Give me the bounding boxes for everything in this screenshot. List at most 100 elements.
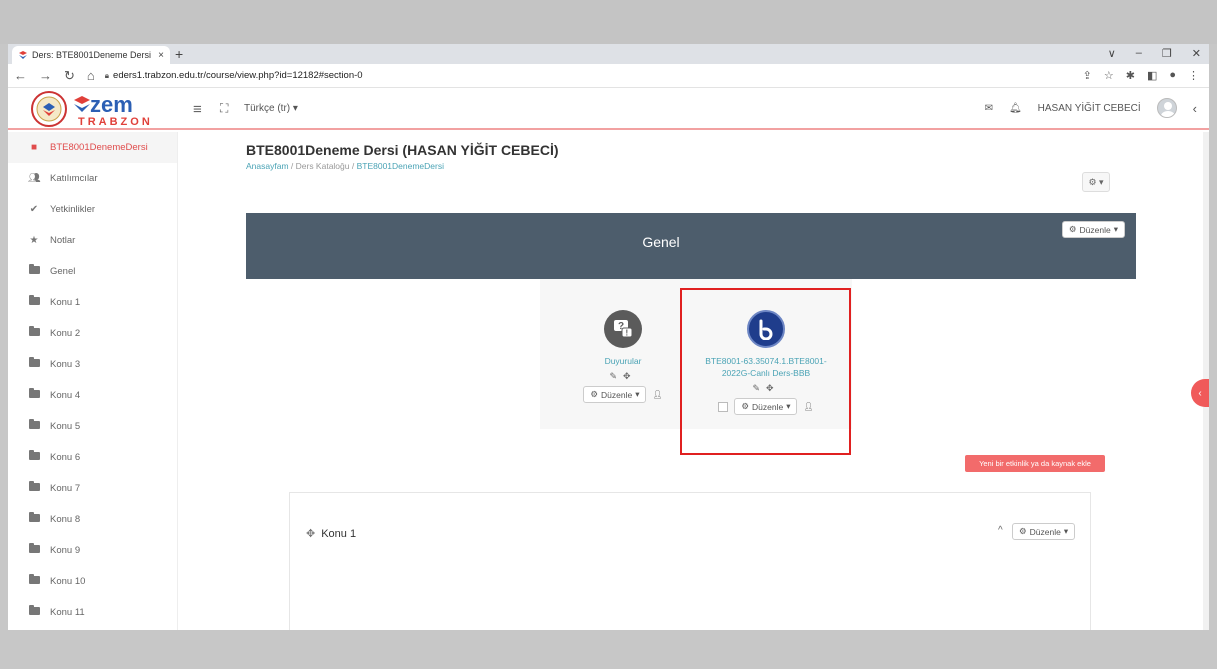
window-controls: ∨ – ❐ ✕ (1108, 47, 1201, 60)
sidebar-item-participants[interactable]: 👥︎ Katılımcılar (8, 163, 177, 194)
minimize-icon[interactable]: – (1136, 47, 1142, 60)
folder-icon (28, 357, 40, 367)
desktop-backdrop-top (0, 0, 1217, 44)
sidebar-item-label: Konu 6 (50, 452, 81, 463)
site-favicon-icon (19, 51, 27, 59)
gear-icon: ⚙ (1068, 224, 1077, 234)
folder-icon (28, 264, 40, 274)
logo-subtext: TRABZON (78, 116, 153, 128)
sidebar-item-label: Konu 2 (50, 328, 81, 339)
sidebar-item-label: BTE8001DenemeDersi (50, 142, 148, 153)
language-menu[interactable]: Türkçe (tr) ▾ (244, 103, 298, 114)
course-settings-gear-button[interactable]: ⚙ ▾ (1082, 172, 1110, 192)
folder-icon (28, 326, 40, 336)
sidebar-item-konu-4[interactable]: Konu 4 (8, 380, 177, 411)
activity-link[interactable]: Duyurular (568, 355, 678, 367)
section-title: Genel (642, 234, 680, 250)
uzem-trabzon-logo[interactable]: zem TRABZON (30, 90, 165, 128)
sidebar-item-konu-1[interactable]: Konu 1 (8, 287, 177, 318)
sidebar-item-competencies[interactable]: ✔ Yetkinlikler (8, 194, 177, 225)
new-tab-button[interactable]: + (175, 47, 183, 61)
sidebar-item-course[interactable]: ■ BTE8001DenemeDersi (8, 132, 177, 163)
add-activity-button[interactable]: Yeni bir etkinlik ya da kaynak ekle (965, 455, 1105, 472)
sidebar-item-label: Konu 11 (50, 607, 85, 618)
url-field[interactable]: 🔒︎ eders1.trabzon.edu.tr/course/view.php… (105, 70, 363, 81)
sidebar-item-label: Katılımcılar (50, 173, 98, 184)
folder-icon (28, 450, 40, 460)
avatar[interactable] (1156, 98, 1177, 118)
caret-down-icon: ▾ (1113, 224, 1118, 234)
bookmark-star-icon[interactable]: ☆ (1104, 69, 1114, 82)
svg-text:!: ! (626, 329, 629, 338)
messages-icon[interactable]: ✉ (985, 103, 993, 114)
move-icon[interactable]: ✥ (306, 527, 315, 540)
users-icon: 👥︎ (28, 173, 41, 184)
share-icon[interactable]: ⇪ (1083, 69, 1092, 82)
address-bar: ← → ↻ ⌂ 🔒︎ eders1.trabzon.edu.tr/course/… (8, 64, 1209, 88)
sidebar-item-grades[interactable]: ★ Notlar (8, 225, 177, 256)
sidebar-item-label: Konu 10 (50, 576, 86, 587)
activity-edit-button[interactable]: ⚙ Düzenle ▾ (583, 386, 647, 403)
forward-icon[interactable]: → (39, 68, 52, 84)
sidebar-item-label: Notlar (50, 235, 76, 246)
tab-search-icon[interactable]: ∨ (1108, 47, 1116, 60)
sidebar-item-konu-6[interactable]: Konu 6 (8, 442, 177, 473)
hamburger-menu-icon[interactable]: ≡ (193, 101, 202, 118)
caret-down-icon: ▾ (635, 389, 640, 399)
reload-icon[interactable]: ↻ (64, 68, 75, 84)
browser-menu-icon[interactable]: ⋮ (1188, 69, 1199, 82)
sidebar-item-konu-11[interactable]: Konu 11 (8, 597, 177, 628)
tab-close-icon[interactable]: × (158, 50, 164, 61)
gear-icon: ⚙ (590, 389, 598, 399)
close-window-icon[interactable]: ✕ (1192, 47, 1201, 60)
gear-icon: ⚙ (1019, 526, 1027, 536)
folder-icon (28, 605, 40, 615)
breadcrumb-course[interactable]: BTE8001DenemeDersi (357, 161, 444, 171)
sidepanel-icon[interactable]: ◧ (1147, 69, 1157, 82)
sidebar-item-konu-3[interactable]: Konu 3 (8, 349, 177, 380)
sidebar-item-konu-10[interactable]: Konu 10 (8, 566, 177, 597)
person-icon[interactable]: 👤︎ (652, 390, 662, 399)
chevron-left-icon[interactable]: ‹ (1193, 101, 1197, 116)
star-icon: ★ (29, 235, 39, 246)
profile-icon[interactable]: ● (1169, 69, 1176, 82)
page-title: BTE8001Deneme Dersi (HASAN YİĞİT CEBECİ) (246, 142, 559, 158)
back-icon[interactable]: ← (14, 68, 27, 84)
sidebar-item-konu-5[interactable]: Konu 5 (8, 411, 177, 442)
logo-text: zem (90, 92, 133, 117)
browser-tab[interactable]: Ders: BTE8001Deneme Dersi (HA × (12, 46, 170, 64)
sidebar-item-konu-9[interactable]: Konu 9 (8, 535, 177, 566)
breadcrumb-catalog[interactable]: Ders Kataloğu (296, 161, 350, 171)
user-name[interactable]: HASAN YİĞİT CEBECİ (1038, 103, 1141, 114)
section-edit-button[interactable]: ⚙ Düzenle ▾ (1061, 221, 1125, 238)
tab-strip: Ders: BTE8001Deneme Dersi (HA × + ∨ – ❐ … (8, 44, 1209, 64)
forum-icon[interactable]: ? ! (604, 310, 642, 348)
sidebar-item-label: Konu 3 (50, 359, 81, 370)
folder-icon (28, 295, 40, 305)
chevron-up-icon[interactable]: ^ (998, 525, 1003, 536)
sidebar-item-label: Genel (50, 266, 76, 277)
move-icon[interactable]: ✥ (623, 371, 637, 381)
extensions-icon[interactable]: ✱ (1126, 69, 1135, 82)
edit-label: Düzenle (601, 389, 633, 400)
lock-icon: 🔒︎ (104, 70, 110, 80)
breadcrumb-home[interactable]: Anasayfam (246, 161, 289, 171)
sidebar-item-label: Konu 7 (50, 483, 81, 494)
sidebar-item-konu-7[interactable]: Konu 7 (8, 473, 177, 504)
pencil-icon[interactable]: ✎ (609, 371, 623, 381)
sidebar-item-konu-8[interactable]: Konu 8 (8, 504, 177, 535)
desktop-backdrop-bottom (0, 630, 1217, 669)
sidebar-item-label: Konu 1 (50, 297, 81, 308)
folder-icon (28, 543, 40, 553)
section-konu-1: ✥ Konu 1 ^ ⚙ Düzenle ▾ (290, 493, 1090, 630)
section-edit-button[interactable]: ⚙ Düzenle ▾ (1012, 523, 1076, 540)
highlight-annotation-box (680, 288, 851, 455)
sidebar-item-konu-2[interactable]: Konu 2 (8, 318, 177, 349)
home-icon[interactable]: ⌂ (87, 68, 95, 84)
restore-icon[interactable]: ❐ (1162, 47, 1172, 60)
notifications-bell-icon[interactable]: 🔔︎ (1009, 103, 1022, 114)
fullscreen-icon[interactable]: ⛶ (220, 101, 228, 116)
sidebar-item-genel[interactable]: Genel (8, 256, 177, 287)
folder-icon (28, 388, 40, 398)
folder-icon (28, 574, 40, 584)
